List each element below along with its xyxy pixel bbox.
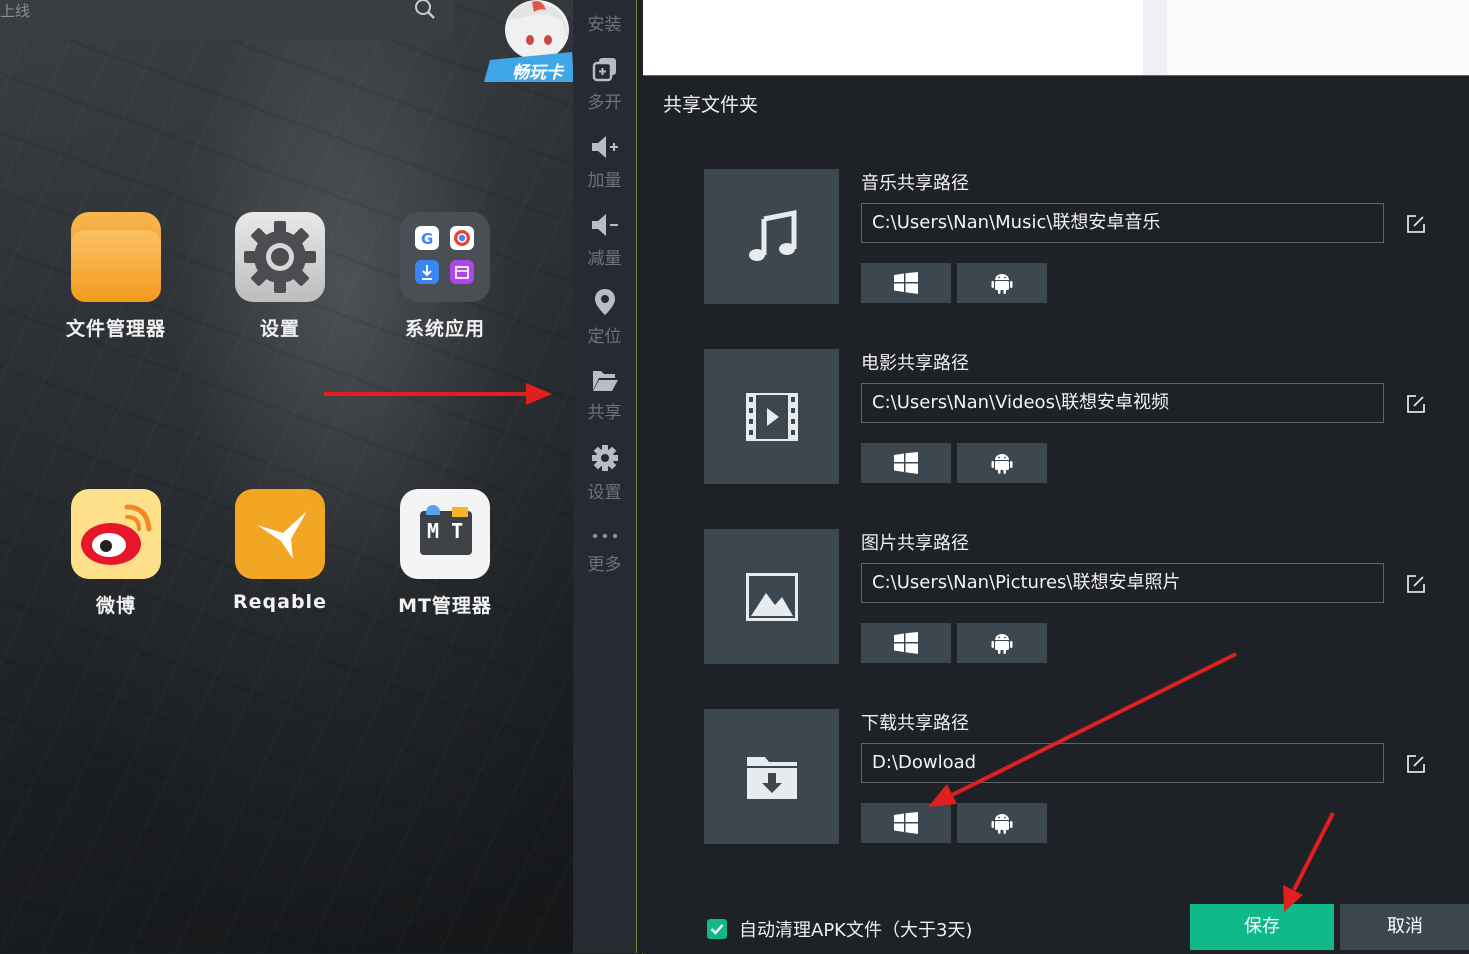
hummingbird-icon: [235, 489, 325, 579]
android-icon: [991, 454, 1013, 474]
sidebar-item-label: 更多: [587, 555, 622, 575]
volume-up-icon: [591, 136, 618, 158]
share-row-pictures: 图片共享路径 C:\Users\Nan\Pictures\联想安卓照片: [704, 529, 1464, 665]
share-label: 图片共享路径: [861, 533, 969, 554]
film-icon: [704, 349, 839, 484]
windows-icon: [894, 632, 918, 654]
background-window: [637, 0, 1143, 75]
edit-icon[interactable]: [1406, 394, 1426, 418]
share-label: 音乐共享路径: [861, 173, 969, 194]
windows-icon: [894, 812, 918, 834]
sidebar-item-location[interactable]: 定位: [573, 288, 636, 347]
auto-clean-checkbox[interactable]: [707, 919, 727, 939]
share-row-music: 音乐共享路径 C:\Users\Nan\Music\联想安卓音乐: [704, 169, 1464, 305]
app-label: 微博: [95, 595, 136, 617]
app-label: 设置: [259, 318, 300, 340]
open-in-windows-button[interactable]: [861, 623, 951, 663]
install-icon: [592, 0, 618, 4]
more-dots-icon: [592, 533, 617, 539]
sidebar-item-more[interactable]: 更多: [573, 528, 636, 575]
app-label: MT管理器: [398, 595, 492, 617]
music-note-icon: [704, 169, 839, 304]
open-in-windows-button[interactable]: [861, 263, 951, 303]
open-in-android-button[interactable]: [957, 263, 1047, 303]
sidebar-item-settings[interactable]: 设置: [573, 444, 636, 503]
sidebar-item-label: 减量: [587, 249, 622, 269]
sidebar-item-label: 安装: [587, 15, 622, 35]
folder-icon: [71, 212, 161, 302]
app-grid-icon: G: [400, 212, 490, 302]
volume-down-icon: [591, 214, 618, 236]
sidebar-item-share[interactable]: 共享: [573, 368, 636, 423]
edit-icon[interactable]: [1406, 754, 1426, 778]
window-divider: [636, 0, 643, 953]
windows-icon: [894, 452, 918, 474]
download-folder-icon: [704, 709, 839, 844]
open-in-android-button[interactable]: [957, 443, 1047, 483]
windows-icon: [894, 272, 918, 294]
sidebar-item-label: 多开: [587, 93, 622, 113]
dialog-title: 共享文件夹: [663, 94, 759, 116]
gear-icon: [591, 445, 618, 471]
mt-manager-icon: M T: [400, 489, 490, 579]
app-settings[interactable]: 设置: [210, 212, 350, 341]
multi-instance-icon: [592, 58, 616, 82]
share-path-field[interactable]: C:\Users\Nan\Videos\联想安卓视频: [861, 383, 1384, 423]
background-window-right: [1167, 0, 1469, 75]
edit-icon[interactable]: [1406, 214, 1426, 238]
app-label: 系统应用: [404, 318, 485, 340]
open-in-windows-button[interactable]: [861, 443, 951, 483]
share-label: 电影共享路径: [861, 353, 969, 374]
sidebar-item-label: 加量: [587, 171, 622, 191]
app-mt-manager[interactable]: M T MT管理器: [375, 489, 515, 618]
open-in-android-button[interactable]: [957, 623, 1047, 663]
app-label: 文件管理器: [65, 318, 166, 340]
auto-clean-option[interactable]: 自动清理APK文件（大于3天): [707, 916, 972, 942]
app-weibo[interactable]: 微博: [46, 489, 186, 618]
emulator-sidebar: 安装 多开 加量 减量 定位 共享 设置 更多: [573, 0, 636, 953]
checkmark-icon: [710, 924, 724, 935]
android-desktop: 上线 畅玩卡 文件管理器 设置 G 系统应用 微博 Reqable M T MT…: [0, 0, 574, 953]
sidebar-item-label: 定位: [587, 327, 622, 347]
share-path-field[interactable]: C:\Users\Nan\Music\联想安卓音乐: [861, 203, 1384, 243]
share-path-field[interactable]: D:\Dowload: [861, 743, 1384, 783]
share-label: 下载共享路径: [861, 713, 969, 734]
android-icon: [991, 634, 1013, 654]
app-reqable[interactable]: Reqable: [210, 489, 350, 613]
mascot-label: 畅玩卡: [512, 63, 563, 83]
gear-icon: [235, 212, 325, 302]
svg-text:G: G: [421, 230, 433, 248]
search-icon[interactable]: [414, 0, 436, 24]
sidebar-item-label: 共享: [587, 403, 622, 423]
share-path-field[interactable]: C:\Users\Nan\Pictures\联想安卓照片: [861, 563, 1384, 603]
sidebar-item-volume-up[interactable]: 加量: [573, 134, 636, 191]
mt-logo-text: M T: [427, 519, 464, 543]
save-button[interactable]: 保存: [1190, 904, 1334, 950]
share-row-video: 电影共享路径 C:\Users\Nan\Videos\联想安卓视频: [704, 349, 1464, 485]
folder-open-icon: [592, 371, 618, 391]
open-in-android-button[interactable]: [957, 803, 1047, 843]
weibo-icon: [71, 489, 161, 579]
app-system-apps[interactable]: G 系统应用: [375, 212, 515, 341]
auto-clean-label: 自动清理APK文件（大于3天): [739, 920, 973, 941]
mascot-badge[interactable]: 畅玩卡: [482, 0, 574, 83]
edit-icon[interactable]: [1406, 574, 1426, 598]
android-icon: [991, 814, 1013, 834]
location-pin-icon: [594, 289, 615, 315]
sidebar-item-label: 设置: [587, 483, 622, 503]
share-row-downloads: 下载共享路径 D:\Dowload: [704, 709, 1464, 845]
search-text: 上线: [0, 2, 31, 20]
image-icon: [704, 529, 839, 664]
open-in-windows-button[interactable]: [861, 803, 951, 843]
app-label: Reqable: [233, 591, 327, 613]
cancel-button[interactable]: 取消: [1340, 904, 1469, 950]
search-bar[interactable]: 上线: [0, 0, 454, 40]
shared-folder-dialog: 共享文件夹 音乐共享路径 C:\Users\Nan\Music\联想安卓音乐 电…: [642, 75, 1469, 954]
sidebar-item-multi-instance[interactable]: 多开: [573, 56, 636, 113]
android-icon: [991, 274, 1013, 294]
sidebar-item-volume-down[interactable]: 减量: [573, 212, 636, 269]
background-window-strip: [1143, 0, 1167, 75]
app-file-manager[interactable]: 文件管理器: [46, 212, 186, 341]
sidebar-item-install[interactable]: 安装: [573, 0, 636, 35]
